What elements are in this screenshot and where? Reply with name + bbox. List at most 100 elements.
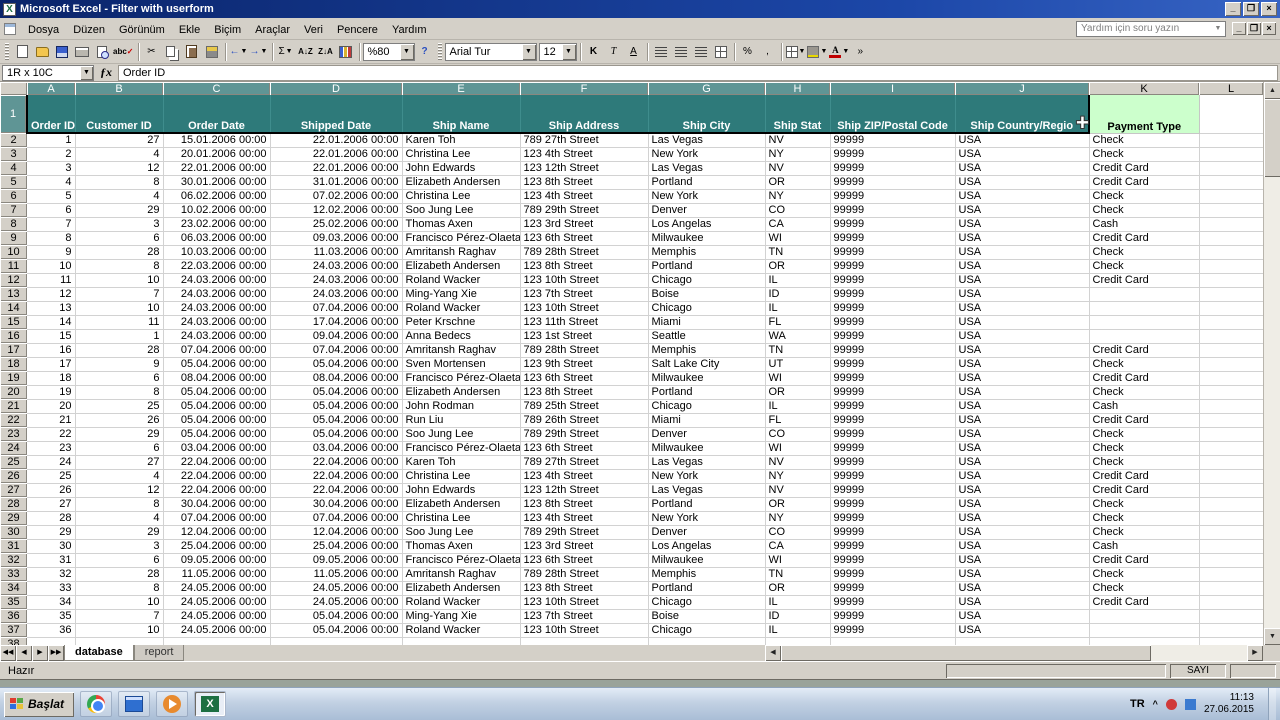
cell[interactable]: Portland: [648, 385, 766, 400]
column-header-E[interactable]: E: [402, 82, 520, 95]
cell[interactable]: Credit Card: [1089, 469, 1200, 484]
cell[interactable]: [1199, 427, 1264, 442]
cell[interactable]: Roland Wacker: [402, 595, 521, 610]
print-button[interactable]: [72, 42, 92, 62]
cell[interactable]: Milwaukee: [648, 371, 766, 386]
cell[interactable]: 09.05.2006 00:00: [270, 553, 403, 568]
cell[interactable]: Check: [1089, 455, 1200, 470]
cell[interactable]: [1199, 609, 1264, 624]
cell[interactable]: 15: [27, 329, 76, 344]
cell[interactable]: [1199, 161, 1264, 176]
cell[interactable]: [1089, 301, 1200, 316]
cell[interactable]: 08.04.2006 00:00: [270, 371, 403, 386]
row-header-10[interactable]: 10: [0, 245, 27, 259]
cell[interactable]: [1199, 95, 1264, 134]
cell[interactable]: 29: [75, 203, 164, 218]
bold-button[interactable]: K: [584, 42, 604, 62]
cell[interactable]: [1199, 483, 1264, 498]
cell[interactable]: 26: [27, 483, 76, 498]
cell[interactable]: 5: [27, 189, 76, 204]
cell[interactable]: 123 3rd Street: [520, 539, 649, 554]
cell[interactable]: CO: [765, 427, 831, 442]
redo-button[interactable]: → ▼: [249, 42, 269, 62]
cell[interactable]: 28: [75, 245, 164, 260]
cell[interactable]: Karen Toh: [402, 133, 521, 148]
row-header-34[interactable]: 34: [0, 581, 27, 595]
cell[interactable]: Francisco Pérez-Olaeta: [402, 441, 521, 456]
header-cell[interactable]: Order ID: [26, 95, 76, 134]
cell[interactable]: USA: [955, 525, 1090, 540]
sort-descending-button[interactable]: Z↓A: [316, 42, 336, 62]
cell[interactable]: 20: [27, 399, 76, 414]
cell[interactable]: 99999: [830, 273, 956, 288]
cell[interactable]: NV: [765, 455, 831, 470]
cell[interactable]: 22.01.2006 00:00: [270, 147, 403, 162]
minimize-button[interactable]: _: [1225, 2, 1241, 16]
cell[interactable]: 13: [27, 301, 76, 316]
cell[interactable]: 10: [75, 301, 164, 316]
cell[interactable]: Credit Card: [1089, 231, 1200, 246]
cell[interactable]: 22.04.2006 00:00: [163, 455, 271, 470]
last-sheet-icon[interactable]: ▶▶: [48, 645, 64, 661]
cell[interactable]: 30.04.2006 00:00: [163, 497, 271, 512]
row-header-8[interactable]: 8: [0, 217, 27, 231]
first-sheet-icon[interactable]: ◀◀: [0, 645, 16, 661]
align-left-button[interactable]: [651, 42, 671, 62]
cell[interactable]: 07.02.2006 00:00: [270, 189, 403, 204]
cell[interactable]: 99999: [830, 259, 956, 274]
menu-0[interactable]: Dosya: [21, 21, 66, 39]
cell[interactable]: 99999: [830, 413, 956, 428]
cell[interactable]: Amritansh Raghav: [402, 343, 521, 358]
cell[interactable]: 99999: [830, 581, 956, 596]
cell[interactable]: 123 8th Street: [520, 497, 649, 512]
toolbar-grip[interactable]: [5, 42, 9, 61]
column-header-I[interactable]: I: [830, 82, 955, 95]
column-header-L[interactable]: L: [1199, 82, 1263, 95]
cell[interactable]: 24.03.2006 00:00: [163, 329, 271, 344]
cell[interactable]: CO: [765, 525, 831, 540]
cell[interactable]: 11.03.2006 00:00: [270, 245, 403, 260]
cell[interactable]: [765, 637, 831, 645]
cell[interactable]: 07.04.2006 00:00: [270, 511, 403, 526]
cell[interactable]: [1199, 175, 1264, 190]
name-box[interactable]: 1R x 10C ▼: [2, 64, 94, 81]
restore-button[interactable]: ❐: [1243, 2, 1259, 16]
cell[interactable]: 789 26th Street: [520, 413, 649, 428]
cell[interactable]: USA: [955, 413, 1090, 428]
cell[interactable]: 33: [27, 581, 76, 596]
cell[interactable]: 7: [75, 609, 164, 624]
cell[interactable]: 28: [27, 511, 76, 526]
cell[interactable]: Christina Lee: [402, 189, 521, 204]
cell[interactable]: 11: [75, 315, 164, 330]
cell[interactable]: 123 10th Street: [520, 273, 649, 288]
cell[interactable]: OR: [765, 259, 831, 274]
row-header-1[interactable]: 1: [0, 95, 27, 133]
column-header-J[interactable]: J: [955, 82, 1089, 95]
row-header-3[interactable]: 3: [0, 147, 27, 161]
cell[interactable]: 05.04.2006 00:00: [163, 385, 271, 400]
cell[interactable]: [1199, 553, 1264, 568]
cell[interactable]: [1199, 147, 1264, 162]
cell[interactable]: 22.04.2006 00:00: [270, 469, 403, 484]
cell[interactable]: USA: [955, 567, 1090, 582]
header-cell[interactable]: Customer ID: [75, 95, 164, 134]
column-header-B[interactable]: B: [75, 82, 163, 95]
cell[interactable]: 789 28th Street: [520, 567, 649, 582]
cell[interactable]: Cash: [1089, 539, 1200, 554]
cell[interactable]: 123 4th Street: [520, 189, 649, 204]
cell[interactable]: Elizabeth Andersen: [402, 175, 521, 190]
row-header-15[interactable]: 15: [0, 315, 27, 329]
row-header-23[interactable]: 23: [0, 427, 27, 441]
cell[interactable]: 10: [75, 273, 164, 288]
cell[interactable]: Memphis: [648, 245, 766, 260]
cell[interactable]: USA: [955, 273, 1090, 288]
chevron-down-icon[interactable]: ▼: [80, 65, 93, 80]
cell[interactable]: 06.02.2006 00:00: [163, 189, 271, 204]
cell[interactable]: TN: [765, 245, 831, 260]
cell[interactable]: Chicago: [648, 399, 766, 414]
cell[interactable]: Christina Lee: [402, 511, 521, 526]
cell[interactable]: 9: [27, 245, 76, 260]
cell[interactable]: 123 7th Street: [520, 287, 649, 302]
cell[interactable]: 09.04.2006 00:00: [270, 329, 403, 344]
cell[interactable]: [1199, 231, 1264, 246]
